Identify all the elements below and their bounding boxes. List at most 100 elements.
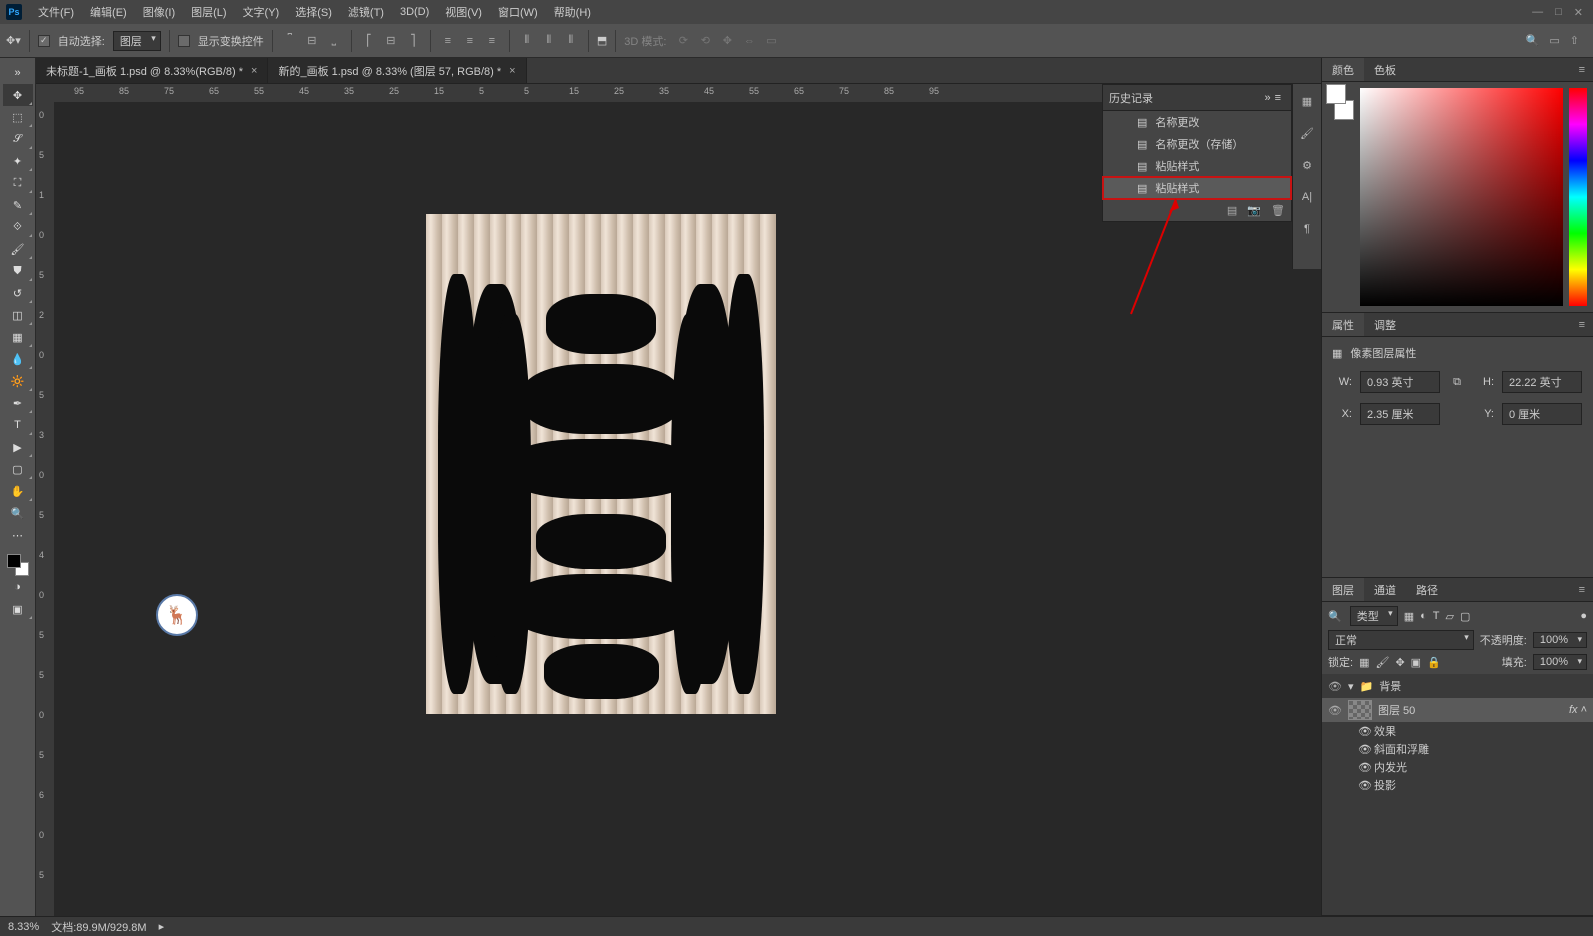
panel-menu-icon[interactable]: ≡ [1571, 64, 1593, 76]
align-vcenter-icon[interactable]: ⊟ [303, 32, 321, 50]
lock-paint-icon[interactable]: 🖌 [1375, 656, 1389, 669]
auto-select-checkbox[interactable] [38, 35, 50, 47]
blend-mode-dropdown[interactable]: 正常 [1328, 630, 1474, 650]
workspace-icon[interactable]: ▭ [1549, 34, 1559, 47]
auto-select-target[interactable]: 图层 [113, 31, 161, 51]
effect-row[interactable]: 👁投影 [1322, 776, 1593, 794]
status-menu-icon[interactable]: ▸ [159, 920, 165, 933]
history-entry[interactable]: ▤名称更改 [1103, 111, 1291, 133]
panel-menu-icon[interactable]: ≡ [1571, 584, 1593, 596]
brush-panel-icon[interactable]: ▦ [1298, 92, 1316, 110]
pen-tool[interactable]: ✒ [3, 392, 33, 414]
move-tool[interactable]: ✥ [3, 84, 33, 106]
history-entry[interactable]: ▤粘贴样式 [1103, 155, 1291, 177]
magic-wand-tool[interactable]: ✦ [3, 150, 33, 172]
eyedropper-tool[interactable]: ✎ [3, 194, 33, 216]
dist-bottom-icon[interactable]: ≡ [483, 32, 501, 50]
layer-row-selected[interactable]: 👁 图层 50 fx ˄ [1322, 698, 1593, 722]
panel-menu-icon[interactable]: ≡ [1571, 319, 1593, 331]
lasso-tool[interactable]: 𝒮 [3, 128, 33, 150]
zoom-tool[interactable]: 🔍 [3, 502, 33, 524]
visibility-icon[interactable]: 👁 [1358, 779, 1368, 792]
link-icon[interactable]: ⧉ [1448, 373, 1466, 391]
visibility-icon[interactable]: 👁 [1358, 725, 1368, 738]
menu-type[interactable]: 文字(Y) [235, 4, 288, 20]
align-bottom-icon[interactable]: ⎵ [325, 32, 343, 50]
layer-name[interactable]: 图层 50 [1378, 702, 1415, 718]
canvas[interactable]: 95857565554535251555152535455565758595 0… [36, 84, 1321, 916]
lock-all-icon[interactable]: 🔒 [1427, 656, 1441, 669]
lock-transparency-icon[interactable]: ▦ [1359, 656, 1369, 669]
type-tool[interactable]: T [3, 414, 33, 436]
quick-mask-icon[interactable]: ◑ [3, 576, 33, 598]
menu-image[interactable]: 图像(I) [135, 4, 183, 20]
fx-badge[interactable]: fx ˄ [1569, 704, 1587, 716]
menu-select[interactable]: 选择(S) [287, 4, 340, 20]
chevron-down-icon[interactable]: ▾ [1348, 680, 1354, 693]
brush-settings-icon[interactable]: 🖌 [1298, 124, 1316, 142]
swatches-tab[interactable]: 色板 [1364, 58, 1406, 81]
menu-help[interactable]: 帮助(H) [546, 4, 599, 20]
spot-heal-tool[interactable]: ⟐ [3, 216, 33, 238]
doc-tab-2[interactable]: 新的_画板 1.psd @ 8.33% (图层 57, RGB/8) *× [268, 58, 526, 83]
hue-slider[interactable] [1569, 88, 1587, 306]
dodge-tool[interactable]: 🔆 [3, 370, 33, 392]
visibility-icon[interactable]: 👁 [1358, 761, 1368, 774]
eraser-tool[interactable]: ◫ [3, 304, 33, 326]
stamp-tool[interactable]: ⛊ [3, 260, 33, 282]
align-top-icon[interactable]: ⎴ [281, 32, 299, 50]
delete-icon[interactable]: 🗑 [1271, 204, 1285, 217]
crop-tool[interactable]: ⛶ [3, 172, 33, 194]
menu-view[interactable]: 视图(V) [437, 4, 490, 20]
blur-tool[interactable]: 💧 [3, 348, 33, 370]
visibility-icon[interactable]: 👁 [1358, 743, 1368, 756]
filter-type-icon[interactable]: T [1433, 610, 1440, 622]
character-panel-icon[interactable]: A| [1298, 188, 1316, 206]
new-doc-from-state-icon[interactable]: ▤ [1227, 204, 1237, 217]
dist-hcenter-icon[interactable]: ⦀ [540, 32, 558, 50]
snapshot-icon[interactable]: 📷 [1247, 204, 1261, 217]
fg-swatch[interactable] [1326, 84, 1346, 104]
align-right-icon[interactable]: ⎤ [404, 32, 422, 50]
layer-group-row[interactable]: 👁 ▾ 📁 背景 [1322, 674, 1593, 698]
dist-right-icon[interactable]: ⦀ [562, 32, 580, 50]
visibility-icon[interactable]: 👁 [1328, 704, 1342, 717]
filter-shape-icon[interactable]: ▱ [1446, 610, 1454, 623]
properties-tab[interactable]: 属性 [1322, 313, 1364, 336]
brush-tool[interactable]: 🖌 [3, 238, 33, 260]
panel-menu-icon[interactable]: ≡ [1271, 92, 1285, 104]
group-name[interactable]: 背景 [1379, 678, 1401, 694]
maximize-icon[interactable]: □ [1555, 6, 1562, 19]
visibility-icon[interactable]: 👁 [1328, 680, 1342, 693]
search-icon[interactable]: 🔍 [1526, 34, 1540, 47]
history-tab[interactable]: 历史记录 [1109, 90, 1153, 106]
paragraph-panel-icon[interactable]: ¶ [1298, 220, 1316, 238]
lock-position-icon[interactable]: ✥ [1395, 656, 1404, 669]
align-hcenter-icon[interactable]: ⊟ [382, 32, 400, 50]
rectangle-tool[interactable]: ▢ [3, 458, 33, 480]
dist-vcenter-icon[interactable]: ≡ [461, 32, 479, 50]
filter-smart-icon[interactable]: ▢ [1460, 610, 1470, 623]
filter-pixel-icon[interactable]: ▦ [1404, 610, 1414, 623]
close-icon[interactable]: × [251, 65, 257, 77]
filter-adjust-icon[interactable]: ◐ [1420, 610, 1427, 622]
opacity-input[interactable]: 100% [1533, 632, 1587, 648]
share-icon[interactable]: ⇧ [1570, 34, 1579, 47]
dist-left-icon[interactable]: ⦀ [518, 32, 536, 50]
effect-row[interactable]: 👁内发光 [1322, 758, 1593, 776]
history-brush-tool[interactable]: ↺ [3, 282, 33, 304]
doc-size[interactable]: 文档:89.9M/929.8M [51, 919, 146, 935]
close-icon[interactable]: × [509, 65, 515, 77]
effects-group[interactable]: 👁效果 [1322, 722, 1593, 740]
effect-row[interactable]: 👁斜面和浮雕 [1322, 740, 1593, 758]
paths-tab[interactable]: 路径 [1406, 578, 1448, 601]
layer-thumbnail[interactable] [1348, 700, 1372, 720]
hand-tool[interactable]: ✋ [3, 480, 33, 502]
filter-kind-dropdown[interactable]: 类型 [1350, 606, 1398, 626]
adjustments-icon[interactable]: ⚙ [1298, 156, 1316, 174]
history-entry[interactable]: ▤名称更改（存储） [1103, 133, 1291, 155]
close-icon[interactable]: ✕ [1574, 6, 1583, 19]
zoom-level[interactable]: 8.33% [8, 921, 39, 933]
dist-top-icon[interactable]: ≡ [439, 32, 457, 50]
fg-bg-swatches[interactable] [7, 554, 29, 576]
